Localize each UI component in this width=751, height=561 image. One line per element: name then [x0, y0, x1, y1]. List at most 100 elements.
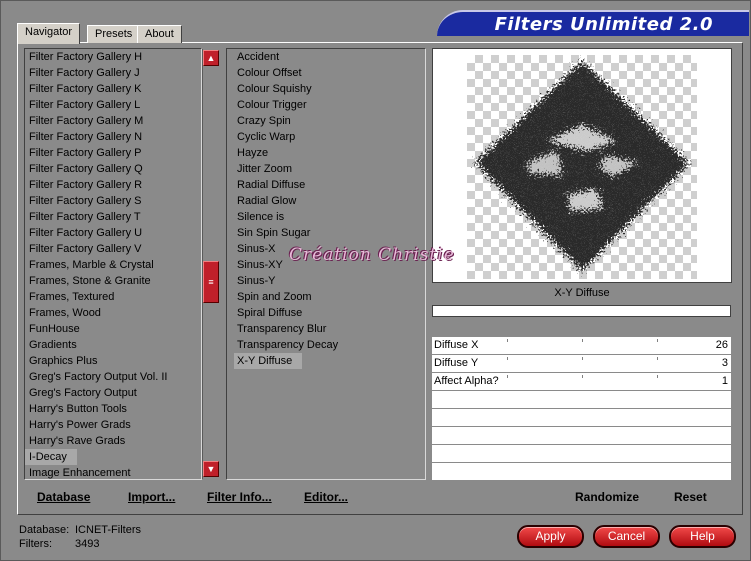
category-item[interactable]: Frames, Textured: [25, 289, 201, 305]
filter-item-label: Colour Trigger: [237, 99, 307, 111]
filter-item[interactable]: Sin Spin Sugar: [227, 225, 425, 241]
filter-item[interactable]: Crazy Spin: [227, 113, 425, 129]
category-item[interactable]: Greg's Factory Output: [25, 385, 201, 401]
param-slider-row[interactable]: Diffuse Y 3: [432, 355, 731, 373]
filter-item[interactable]: Transparency Decay: [227, 337, 425, 353]
scroll-thumb[interactable]: ≡: [203, 261, 219, 303]
filter-item-label: Transparency Blur: [237, 323, 327, 335]
category-item-label: Filter Factory Gallery R: [29, 179, 143, 191]
category-item-label: Filter Factory Gallery T: [29, 211, 141, 223]
filter-item-label: Transparency Decay: [237, 339, 339, 351]
category-item-label: Filter Factory Gallery J: [29, 67, 140, 79]
category-item[interactable]: Filter Factory Gallery U: [25, 225, 201, 241]
category-item[interactable]: Gradients: [25, 337, 201, 353]
filter-item[interactable]: Cyclic Warp: [227, 129, 425, 145]
apply-button[interactable]: Apply: [517, 525, 584, 548]
param-slider-row[interactable]: Diffuse X 26: [432, 337, 731, 355]
param-value: 1: [721, 375, 728, 387]
filters-count-status: Filters: 3493: [19, 538, 100, 550]
category-item-label: Image Enhancement: [29, 467, 131, 479]
category-item[interactable]: Image Enhancement: [25, 465, 201, 479]
category-item[interactable]: Filter Factory Gallery J: [25, 65, 201, 81]
category-item[interactable]: Harry's Power Grads: [25, 417, 201, 433]
category-item[interactable]: I-Decay: [25, 449, 201, 465]
category-item[interactable]: Filter Factory Gallery H: [25, 49, 201, 65]
category-item[interactable]: Filter Factory Gallery Q: [25, 161, 201, 177]
filter-item[interactable]: Silence is: [227, 209, 425, 225]
filter-item[interactable]: Colour Trigger: [227, 97, 425, 113]
editor-button[interactable]: Editor...: [304, 490, 348, 504]
selected-filter-label: X-Y Diffuse: [554, 287, 610, 299]
category-item-label: Greg's Factory Output: [29, 387, 137, 399]
category-item-label: Harry's Button Tools: [29, 403, 127, 415]
filter-item[interactable]: Sinus-Y: [227, 273, 425, 289]
filter-info-button[interactable]: Filter Info...: [207, 490, 272, 504]
filter-item-label: Colour Offset: [237, 67, 302, 79]
category-item-label: FunHouse: [29, 323, 80, 335]
filter-item-label: Crazy Spin: [237, 115, 291, 127]
filter-item-label: Cyclic Warp: [237, 131, 296, 143]
param-value: 3: [721, 357, 728, 369]
param-empty-row: [432, 391, 731, 409]
category-item[interactable]: Filter Factory Gallery P: [25, 145, 201, 161]
filter-item[interactable]: Jitter Zoom: [227, 161, 425, 177]
scroll-down-button[interactable]: ▼: [203, 461, 219, 477]
filter-item[interactable]: Radial Diffuse: [227, 177, 425, 193]
category-scrollbar[interactable]: ▲ ≡ ▼: [202, 49, 219, 479]
category-item[interactable]: Filter Factory Gallery S: [25, 193, 201, 209]
category-item[interactable]: Frames, Marble & Crystal: [25, 257, 201, 273]
cancel-button[interactable]: Cancel: [593, 525, 660, 548]
param-empty-row: [432, 409, 731, 427]
filter-item[interactable]: X-Y Diffuse: [227, 353, 425, 369]
filter-item[interactable]: Accident: [227, 49, 425, 65]
category-item[interactable]: FunHouse: [25, 321, 201, 337]
slider-tick: [582, 339, 583, 342]
category-item[interactable]: Frames, Stone & Granite: [25, 273, 201, 289]
randomize-button[interactable]: Randomize: [575, 490, 639, 504]
database-button[interactable]: Database: [37, 490, 90, 504]
category-item[interactable]: Filter Factory Gallery R: [25, 177, 201, 193]
filter-item[interactable]: Colour Offset: [227, 65, 425, 81]
category-item[interactable]: Filter Factory Gallery K: [25, 81, 201, 97]
category-item[interactable]: Filter Factory Gallery N: [25, 129, 201, 145]
category-item[interactable]: Filter Factory Gallery L: [25, 97, 201, 113]
tab-navigator[interactable]: Navigator: [17, 23, 81, 44]
category-item[interactable]: Filter Factory Gallery M: [25, 113, 201, 129]
category-item-label: Frames, Textured: [29, 291, 115, 303]
progress-bar: [432, 305, 731, 317]
tab-about[interactable]: About: [137, 25, 182, 43]
category-list[interactable]: Filter Factory Gallery H Filter Factory G…: [24, 48, 202, 480]
category-item-label: Gradients: [29, 339, 77, 351]
grip-icon: ≡: [208, 277, 214, 287]
filter-item-label: Silence is: [237, 211, 285, 223]
category-item[interactable]: Filter Factory Gallery V: [25, 241, 201, 257]
database-status: Database: ICNET-Filters: [19, 524, 141, 536]
filter-item[interactable]: Spin and Zoom: [227, 289, 425, 305]
category-item-label: Filter Factory Gallery U: [29, 227, 143, 239]
category-item[interactable]: Filter Factory Gallery T: [25, 209, 201, 225]
filter-item[interactable]: Hayze: [227, 145, 425, 161]
category-item[interactable]: Harry's Rave Grads: [25, 433, 201, 449]
slider-tick: [657, 375, 658, 378]
category-item[interactable]: Graphics Plus: [25, 353, 201, 369]
filter-item[interactable]: Colour Squishy: [227, 81, 425, 97]
filter-item[interactable]: Spiral Diffuse: [227, 305, 425, 321]
tab-presets[interactable]: Presets: [87, 25, 141, 43]
filter-item[interactable]: Transparency Blur: [227, 321, 425, 337]
param-empty-row: [432, 427, 731, 445]
category-item-label: Frames, Stone & Granite: [29, 275, 151, 287]
filter-item-label: Jitter Zoom: [237, 163, 293, 175]
chevron-down-icon: ▼: [206, 464, 216, 474]
param-slider-row[interactable]: Affect Alpha? 1: [432, 373, 731, 391]
preview-pane: [432, 48, 732, 283]
param-value: 26: [715, 339, 728, 351]
category-item-label: Filter Factory Gallery N: [29, 131, 143, 143]
category-item[interactable]: Frames, Wood: [25, 305, 201, 321]
filter-item[interactable]: Radial Glow: [227, 193, 425, 209]
import-button[interactable]: Import...: [128, 490, 175, 504]
help-button[interactable]: Help: [669, 525, 736, 548]
category-item[interactable]: Harry's Button Tools: [25, 401, 201, 417]
category-item[interactable]: Greg's Factory Output Vol. II: [25, 369, 201, 385]
reset-button[interactable]: Reset: [674, 490, 707, 504]
scroll-up-button[interactable]: ▲: [203, 50, 219, 66]
